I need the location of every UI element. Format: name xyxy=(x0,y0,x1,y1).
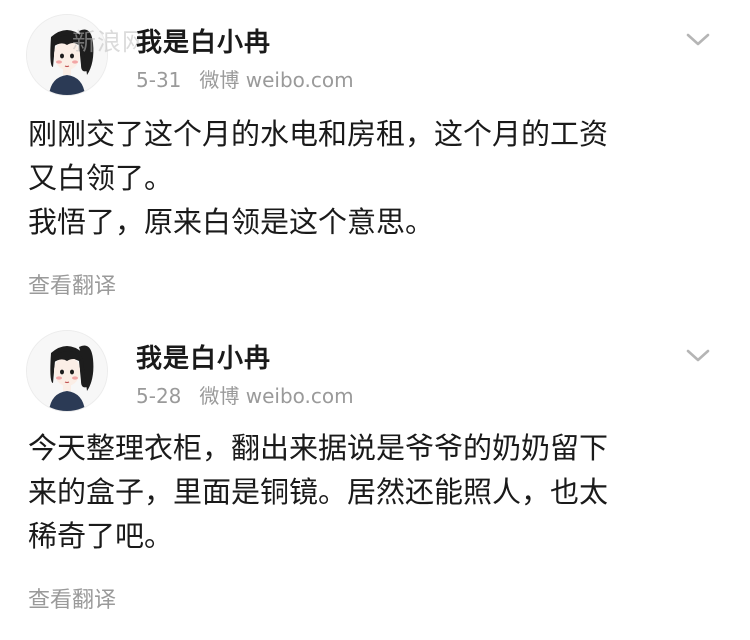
post-content: 刚刚交了这个月的水电和房租，这个月的工资 又白领了。 我悟了，原来白领是这个意思… xyxy=(28,112,728,244)
content-line: 稀奇了吧。 xyxy=(28,519,174,553)
chevron-down-icon[interactable] xyxy=(680,344,716,368)
avatar[interactable] xyxy=(26,330,108,412)
content-line: 刚刚交了这个月的水电和房租，这个月的工资 xyxy=(28,117,609,151)
post-meta: 5-31 微博 weibo.com xyxy=(136,64,354,93)
view-translation-link[interactable]: 查看翻译 xyxy=(28,268,116,300)
view-translation-link[interactable]: 查看翻译 xyxy=(28,582,116,614)
post-source: 微博 weibo.com xyxy=(199,68,354,92)
content-line: 又白领了。 xyxy=(28,161,174,195)
post-date: 5-28 xyxy=(136,384,182,408)
username[interactable]: 我是白小冉 xyxy=(136,22,271,59)
post-content: 今天整理衣柜，翻出来据说是爷爷的奶奶留下 来的盒子，里面是铜镜。居然还能照人，也… xyxy=(28,426,728,558)
content-line: 今天整理衣柜，翻出来据说是爷爷的奶奶留下 xyxy=(28,431,609,465)
post-meta: 5-28 微博 weibo.com xyxy=(136,380,354,409)
username[interactable]: 我是白小冉 xyxy=(136,338,271,375)
weibo-post: 新浪网 我是白小冉 5-31 微博 weibo.com 刚刚交了这个月的水电和房租… xyxy=(0,0,750,320)
content-line: 我悟了，原来白领是这个意思。 xyxy=(28,205,435,239)
weibo-post: 我是白小冉 5-28 微博 weibo.com 今天整理衣柜，翻出来据说是爷爷的奶… xyxy=(0,320,750,640)
post-date: 5-31 xyxy=(136,68,182,92)
chevron-down-icon[interactable] xyxy=(680,28,716,52)
content-line: 来的盒子，里面是铜镜。居然还能照人，也太 xyxy=(28,475,609,509)
avatar-illustration xyxy=(27,331,107,411)
post-source: 微博 weibo.com xyxy=(199,384,354,408)
